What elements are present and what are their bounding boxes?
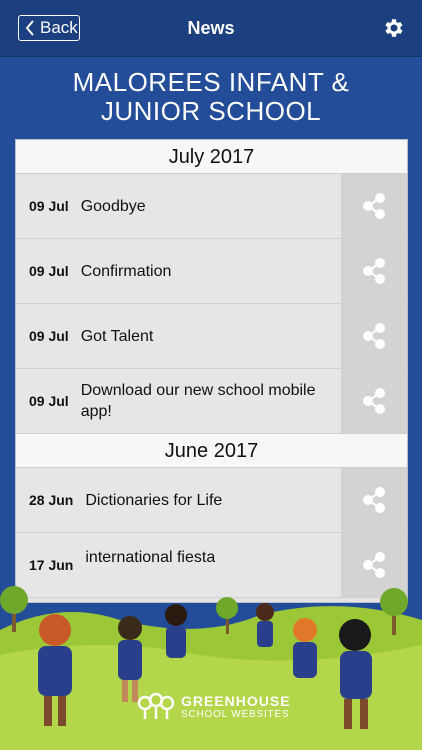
share-icon <box>363 258 385 284</box>
news-item[interactable]: 09 Jul Confirmation <box>16 239 407 304</box>
school-name-line2: JUNIOR SCHOOL <box>100 96 322 126</box>
greenhouse-logo-icon <box>137 692 175 719</box>
brand-line2: SCHOOL WEBSITES <box>181 708 290 720</box>
gear-icon[interactable] <box>382 16 406 40</box>
share-button[interactable] <box>341 174 407 238</box>
share-button[interactable] <box>341 468 407 532</box>
news-date: 09 Jul <box>29 198 69 214</box>
month-header: July 2017 <box>16 140 407 174</box>
news-date: 09 Jul <box>29 328 69 344</box>
share-icon <box>363 193 385 219</box>
child-figure <box>165 604 187 658</box>
news-item[interactable]: 09 Jul Download our new school mobile ap… <box>16 369 407 434</box>
news-item[interactable]: 09 Jul Goodbye <box>16 174 407 239</box>
nav-bar: Back News <box>0 0 422 57</box>
news-item[interactable]: 09 Jul Got Talent <box>16 304 407 369</box>
share-icon <box>363 388 385 414</box>
news-date: 09 Jul <box>29 393 69 409</box>
page-title: News <box>187 18 235 38</box>
share-icon <box>363 487 385 513</box>
news-title: Download our new school mobile app! <box>80 382 316 420</box>
school-name: MALOREES INFANT & JUNIOR SCHOOL <box>0 68 422 126</box>
brand-logo: GREENHOUSE SCHOOL WEBSITES <box>136 690 296 722</box>
share-button[interactable] <box>341 304 407 368</box>
child-figure <box>293 618 317 678</box>
news-date: 09 Jul <box>29 263 69 279</box>
brand-line1: GREENHOUSE <box>181 692 291 709</box>
news-date: 28 Jun <box>29 492 74 508</box>
share-button[interactable] <box>341 369 407 433</box>
child-figure <box>256 603 274 647</box>
news-list: July 2017 09 Jul Goodbye 09 Jul Confirma… <box>16 140 407 602</box>
share-icon <box>363 323 385 349</box>
share-button[interactable] <box>341 239 407 303</box>
school-name-line1: MALOREES INFANT & <box>72 67 350 97</box>
month-header: June 2017 <box>16 434 407 468</box>
news-item[interactable]: 28 Jun Dictionaries for Life <box>16 468 407 533</box>
